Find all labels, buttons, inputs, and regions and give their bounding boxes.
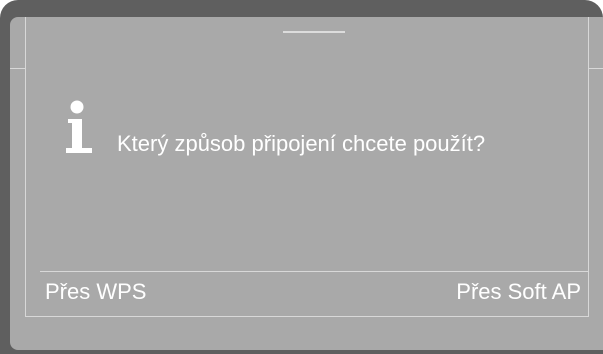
frame-line bbox=[25, 17, 26, 317]
softkey-divider bbox=[40, 271, 588, 272]
soft-ap-option-button[interactable]: Přes Soft AP bbox=[456, 279, 581, 305]
device-bezel: Který způsob připojení chcete použít? Př… bbox=[0, 0, 603, 354]
frame-line bbox=[588, 17, 589, 317]
info-icon bbox=[64, 100, 94, 156]
dialog-message: Který způsob připojení chcete použít? bbox=[117, 131, 486, 156]
wps-option-button[interactable]: Přes WPS bbox=[45, 279, 146, 305]
frame-line bbox=[588, 68, 603, 69]
frame-line bbox=[25, 316, 588, 317]
frame-line bbox=[10, 68, 25, 69]
scroll-indicator bbox=[283, 31, 345, 33]
